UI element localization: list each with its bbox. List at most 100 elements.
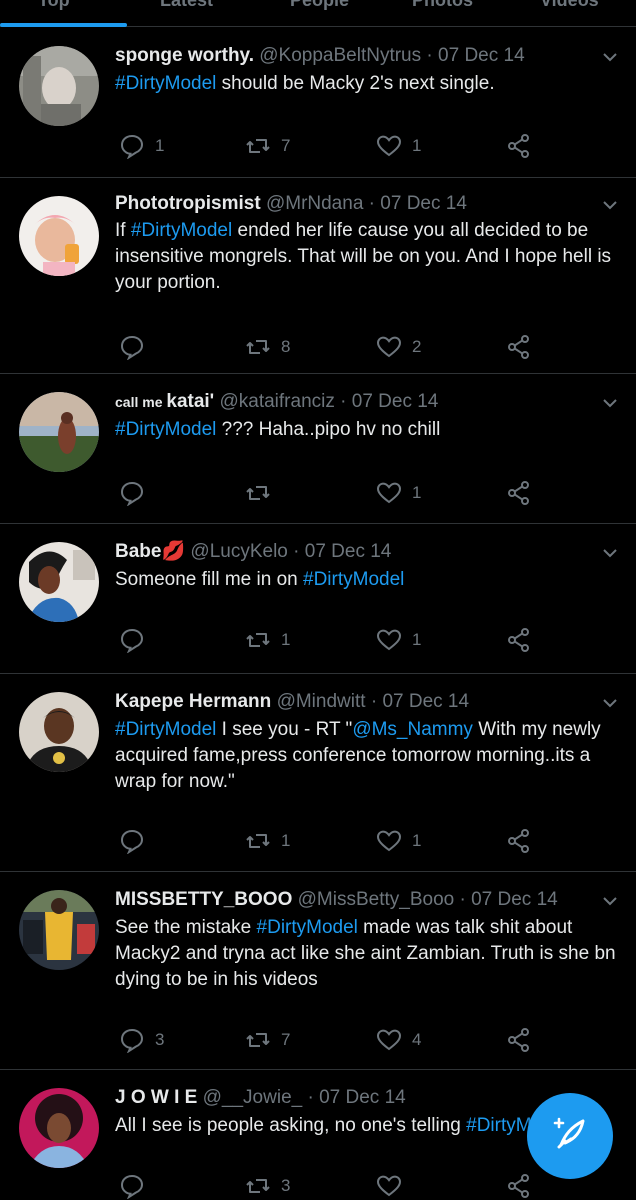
avatar[interactable] — [19, 692, 99, 772]
tab-latest[interactable]: Latest — [160, 0, 213, 11]
tweet-item[interactable]: Kapepe Hermann @Mindwitt · 07 Dec 14 #Di… — [0, 674, 636, 872]
tweet-text-segment: All I see is people asking, no one's tel… — [115, 1115, 467, 1136]
retweet-button[interactable]: 3 — [245, 1173, 290, 1199]
like-count: 1 — [412, 483, 422, 502]
tweet-actions: 3 — [115, 1173, 535, 1199]
retweet-icon — [245, 480, 271, 506]
display-name[interactable]: Kapepe Hermann — [115, 691, 271, 712]
tweet-item[interactable]: Phototropismist @MrNdana · 07 Dec 14 If … — [0, 178, 636, 374]
hashtag-link[interactable]: #DirtyModel — [303, 569, 404, 590]
avatar[interactable] — [19, 1088, 99, 1168]
like-button[interactable]: 1 — [376, 480, 421, 506]
avatar[interactable] — [19, 890, 99, 970]
hashtag-link[interactable]: #DirtyModel — [115, 719, 216, 740]
tweet-text-segment: See the mistake — [115, 917, 257, 938]
retweet-button[interactable]: 7 — [245, 133, 290, 159]
reply-button[interactable] — [119, 334, 155, 360]
share-button[interactable] — [506, 133, 532, 159]
hashtag-link[interactable]: #DirtyModel — [115, 73, 216, 94]
heart-icon — [376, 133, 402, 159]
like-count: 1 — [412, 136, 422, 155]
heart-icon — [376, 480, 402, 506]
separator-dot: · — [370, 691, 378, 712]
compose-tweet-button[interactable] — [527, 1093, 613, 1179]
display-name[interactable]: call me katai' — [115, 391, 214, 412]
hashtag-link[interactable]: #DirtyModel — [115, 419, 216, 440]
user-handle[interactable]: @__Jowie_ — [203, 1087, 303, 1108]
tab-videos[interactable]: Videos — [540, 0, 599, 11]
reply-button[interactable] — [119, 627, 155, 653]
retweet-button[interactable]: 1 — [245, 627, 290, 653]
tab-photos[interactable]: Photos — [412, 0, 473, 11]
share-icon — [506, 627, 532, 653]
reply-button[interactable]: 1 — [119, 133, 164, 159]
retweet-button[interactable] — [245, 480, 281, 506]
chevron-down-icon[interactable] — [600, 693, 620, 713]
retweet-count: 7 — [281, 136, 291, 155]
display-name[interactable]: Babe💋 — [115, 541, 185, 562]
share-button[interactable] — [506, 828, 532, 854]
reply-button[interactable] — [119, 828, 155, 854]
retweet-icon — [245, 334, 271, 360]
tweet-actions: 1 7 1 — [115, 133, 535, 159]
user-handle[interactable]: @LucyKelo — [190, 541, 287, 562]
tweet-actions: 1 1 — [115, 828, 535, 854]
tweet-date: 07 Dec 14 — [380, 193, 467, 214]
display-name[interactable]: MISSBETTY_BOOO — [115, 889, 292, 910]
hashtag-link[interactable]: #DirtyModel — [131, 220, 232, 241]
share-button[interactable] — [506, 480, 532, 506]
like-button[interactable] — [376, 1173, 412, 1199]
like-button[interactable]: 1 — [376, 828, 421, 854]
like-button[interactable]: 4 — [376, 1027, 421, 1053]
tweet-date: 07 Dec 14 — [471, 889, 558, 910]
active-tab-indicator — [0, 23, 127, 27]
share-icon — [506, 828, 532, 854]
reply-button[interactable] — [119, 480, 155, 506]
like-button[interactable]: 1 — [376, 133, 421, 159]
user-handle[interactable]: @MrNdana — [266, 193, 363, 214]
separator-dot: · — [426, 45, 433, 66]
avatar[interactable] — [19, 196, 99, 276]
mention-link[interactable]: @Ms_Nammy — [352, 719, 473, 740]
display-name[interactable]: Phototropismist — [115, 193, 261, 214]
tweet-item[interactable]: Babe💋 @LucyKelo · 07 Dec 14 Someone fill… — [0, 524, 636, 674]
avatar[interactable] — [19, 542, 99, 622]
user-handle[interactable]: @kataifranciz — [219, 391, 334, 412]
retweet-button[interactable]: 1 — [245, 828, 290, 854]
like-button[interactable]: 1 — [376, 627, 421, 653]
share-button[interactable] — [506, 627, 532, 653]
retweet-button[interactable]: 7 — [245, 1027, 290, 1053]
reply-icon — [119, 1027, 145, 1053]
hashtag-link[interactable]: #DirtyModel — [257, 917, 358, 938]
tab-people[interactable]: People — [290, 0, 349, 11]
avatar[interactable] — [19, 46, 99, 126]
display-name[interactable]: sponge worthy. — [115, 45, 254, 66]
share-button[interactable] — [506, 1173, 532, 1199]
tweet-item[interactable]: MISSBETTY_BOOO @MissBetty_Booo · 07 Dec … — [0, 872, 636, 1070]
retweet-button[interactable]: 8 — [245, 334, 290, 360]
tab-top[interactable]: Top — [38, 0, 70, 11]
share-button[interactable] — [506, 1027, 532, 1053]
user-handle[interactable]: @Mindwitt — [277, 691, 366, 712]
heart-icon — [376, 334, 402, 360]
display-name[interactable]: J O W I E — [115, 1087, 197, 1108]
avatar[interactable] — [19, 392, 99, 472]
like-button[interactable]: 2 — [376, 334, 421, 360]
reply-count: 1 — [155, 136, 165, 155]
chevron-down-icon[interactable] — [600, 47, 620, 67]
share-button[interactable] — [506, 334, 532, 360]
chevron-down-icon[interactable] — [600, 393, 620, 413]
user-handle[interactable]: @KoppaBeltNytrus — [259, 45, 421, 66]
reply-button[interactable] — [119, 1173, 155, 1199]
user-handle[interactable]: @MissBetty_Booo — [298, 889, 455, 910]
share-icon — [506, 1027, 532, 1053]
tweet-header: sponge worthy. @KoppaBeltNytrus · 07 Dec… — [115, 44, 596, 68]
chevron-down-icon[interactable] — [600, 543, 620, 563]
reply-button[interactable]: 3 — [119, 1027, 164, 1053]
tweet-item[interactable]: call me katai' @kataifranciz · 07 Dec 14… — [0, 374, 636, 524]
tweet-item[interactable]: sponge worthy. @KoppaBeltNytrus · 07 Dec… — [0, 28, 636, 178]
retweet-count: 1 — [281, 831, 291, 850]
chevron-down-icon[interactable] — [600, 195, 620, 215]
chevron-down-icon[interactable] — [600, 891, 620, 911]
tweet-text: If #DirtyModel ended her life cause you … — [115, 218, 620, 296]
